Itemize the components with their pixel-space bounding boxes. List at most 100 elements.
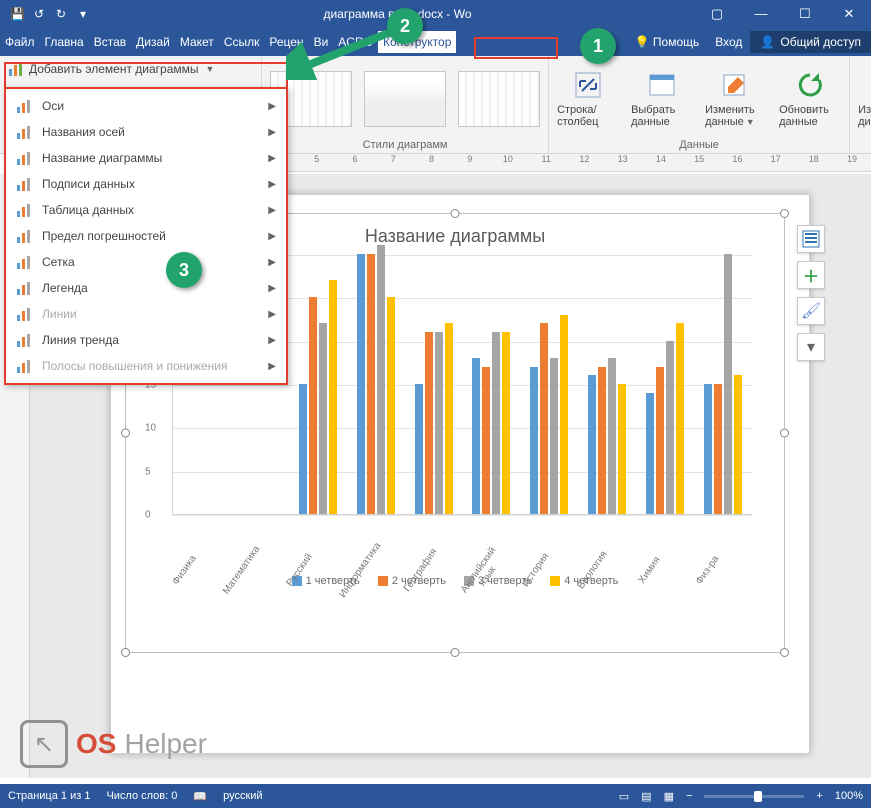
bar[interactable] bbox=[646, 393, 654, 514]
submenu-arrow-icon: ▶ bbox=[268, 127, 276, 138]
resize-handle[interactable] bbox=[780, 429, 789, 438]
bar[interactable] bbox=[724, 254, 732, 514]
bar[interactable] bbox=[618, 384, 626, 514]
chart-elements-button[interactable]: ＋ bbox=[797, 261, 825, 289]
minimize-icon[interactable]: ― bbox=[739, 6, 783, 22]
tab-file[interactable]: Файл bbox=[0, 31, 40, 53]
menu-item[interactable]: Сетка▶ bbox=[6, 249, 286, 275]
bar[interactable] bbox=[387, 297, 395, 514]
bar[interactable] bbox=[472, 358, 480, 514]
tab-design[interactable]: Дизай bbox=[131, 31, 175, 53]
bar[interactable] bbox=[608, 358, 616, 514]
switch-row-col-button[interactable]: Строка/ столбец bbox=[557, 69, 619, 128]
resize-handle[interactable] bbox=[451, 648, 460, 657]
chart-icon bbox=[16, 332, 32, 348]
select-data-button[interactable]: Выбрать данные bbox=[631, 69, 693, 128]
resize-handle[interactable] bbox=[451, 209, 460, 218]
resize-handle[interactable] bbox=[780, 648, 789, 657]
status-proofing-icon[interactable]: 📖 bbox=[193, 790, 207, 803]
zoom-level[interactable]: 100% bbox=[835, 790, 863, 802]
tell-me[interactable]: 💡 Помощь bbox=[627, 31, 708, 53]
zoom-out-icon[interactable]: − bbox=[686, 790, 692, 802]
bar[interactable] bbox=[540, 323, 548, 514]
chart-x-axis-labels: ФизикаМатематикаРусскийИнформатикаГеогра… bbox=[172, 526, 752, 568]
bar[interactable] bbox=[666, 341, 674, 514]
submenu-arrow-icon: ▶ bbox=[268, 283, 276, 294]
bar[interactable] bbox=[319, 323, 327, 514]
bar[interactable] bbox=[656, 367, 664, 514]
bar[interactable] bbox=[377, 245, 385, 514]
tab-home[interactable]: Главна bbox=[40, 31, 89, 53]
resize-handle[interactable] bbox=[780, 209, 789, 218]
bar[interactable] bbox=[425, 332, 433, 514]
menu-item[interactable]: Таблица данных▶ bbox=[6, 197, 286, 223]
bar[interactable] bbox=[550, 358, 558, 514]
tab-references[interactable]: Ссылк bbox=[219, 31, 265, 53]
sign-in[interactable]: Вход bbox=[707, 31, 750, 53]
menu-item[interactable]: Предел погрешностей▶ bbox=[6, 223, 286, 249]
bar[interactable] bbox=[588, 375, 596, 514]
zoom-in-icon[interactable]: + bbox=[816, 790, 822, 802]
tab-insert[interactable]: Встав bbox=[89, 31, 131, 53]
bar[interactable] bbox=[299, 384, 307, 514]
menu-item[interactable]: Названия осей▶ bbox=[6, 119, 286, 145]
chart-style-thumb-3[interactable] bbox=[458, 71, 540, 127]
bar[interactable] bbox=[492, 332, 500, 514]
ruler-tick: 9 bbox=[451, 154, 489, 164]
bar[interactable] bbox=[502, 332, 510, 514]
share-button[interactable]: 👤 Общий доступ bbox=[750, 31, 871, 53]
status-word-count[interactable]: Число слов: 0 bbox=[106, 790, 177, 802]
menu-item[interactable]: Название диаграммы▶ bbox=[6, 145, 286, 171]
bar[interactable] bbox=[714, 384, 722, 514]
chart-filters-button[interactable]: ▾ bbox=[797, 333, 825, 361]
menu-item[interactable]: Оси▶ bbox=[6, 93, 286, 119]
qat-customize-icon[interactable]: ▾ bbox=[76, 7, 90, 21]
submenu-arrow-icon: ▶ bbox=[268, 231, 276, 242]
view-read-mode-icon[interactable]: ▭ bbox=[619, 790, 629, 803]
bar[interactable] bbox=[367, 254, 375, 514]
bar[interactable] bbox=[435, 332, 443, 514]
bar[interactable] bbox=[734, 375, 742, 514]
maximize-icon[interactable]: ☐ bbox=[783, 6, 827, 22]
redo-icon[interactable]: ↻ bbox=[54, 7, 68, 21]
window-controls: ▢ ― ☐ ✕ bbox=[695, 6, 871, 22]
close-icon[interactable]: ✕ bbox=[827, 6, 871, 22]
edit-data-button[interactable]: Изменить данные▼ bbox=[705, 69, 767, 128]
bar[interactable] bbox=[415, 384, 423, 514]
chevron-down-icon: ▼ bbox=[746, 117, 755, 127]
menu-item[interactable]: Линия тренда▶ bbox=[6, 327, 286, 353]
bar[interactable] bbox=[530, 367, 538, 514]
x-axis-tick-label: Английский язык bbox=[457, 544, 508, 604]
menu-item[interactable]: Легенда ▶ bbox=[6, 275, 286, 301]
bar[interactable] bbox=[560, 315, 568, 514]
status-page[interactable]: Страница 1 из 1 bbox=[8, 790, 90, 802]
view-print-layout-icon[interactable]: ▤ bbox=[641, 790, 651, 803]
ribbon-options-icon[interactable]: ▢ bbox=[695, 6, 739, 22]
menu-item-label: Легенда bbox=[42, 281, 88, 295]
layout-options-button[interactable] bbox=[797, 225, 825, 253]
change-chart-type-button[interactable]: Изменить тип диаграммы bbox=[858, 69, 871, 128]
view-web-layout-icon[interactable]: ▦ bbox=[664, 790, 674, 803]
menu-item[interactable]: Подписи данных▶ bbox=[6, 171, 286, 197]
bar[interactable] bbox=[676, 323, 684, 514]
bar[interactable] bbox=[598, 367, 606, 514]
ruler-tick: 19 bbox=[833, 154, 871, 164]
x-axis-tick-label: Химия bbox=[629, 544, 680, 604]
bar[interactable] bbox=[445, 323, 453, 514]
menu-item-label: Название диаграммы bbox=[42, 151, 162, 165]
bar[interactable] bbox=[357, 254, 365, 514]
resize-handle[interactable] bbox=[121, 429, 130, 438]
bar[interactable] bbox=[329, 280, 337, 514]
status-language[interactable]: русский bbox=[223, 790, 262, 802]
undo-icon[interactable]: ↺ bbox=[32, 7, 46, 21]
resize-handle[interactable] bbox=[121, 648, 130, 657]
bar[interactable] bbox=[704, 384, 712, 514]
save-icon[interactable]: 💾 bbox=[10, 7, 24, 21]
zoom-slider[interactable] bbox=[704, 795, 804, 798]
x-axis-tick-label: Биология bbox=[572, 544, 623, 604]
bar[interactable] bbox=[309, 297, 317, 514]
chart-styles-button[interactable]: 🖌 bbox=[797, 297, 825, 325]
refresh-data-button[interactable]: Обновить данные bbox=[779, 69, 841, 128]
tab-layout[interactable]: Макет bbox=[175, 31, 219, 53]
bar[interactable] bbox=[482, 367, 490, 514]
